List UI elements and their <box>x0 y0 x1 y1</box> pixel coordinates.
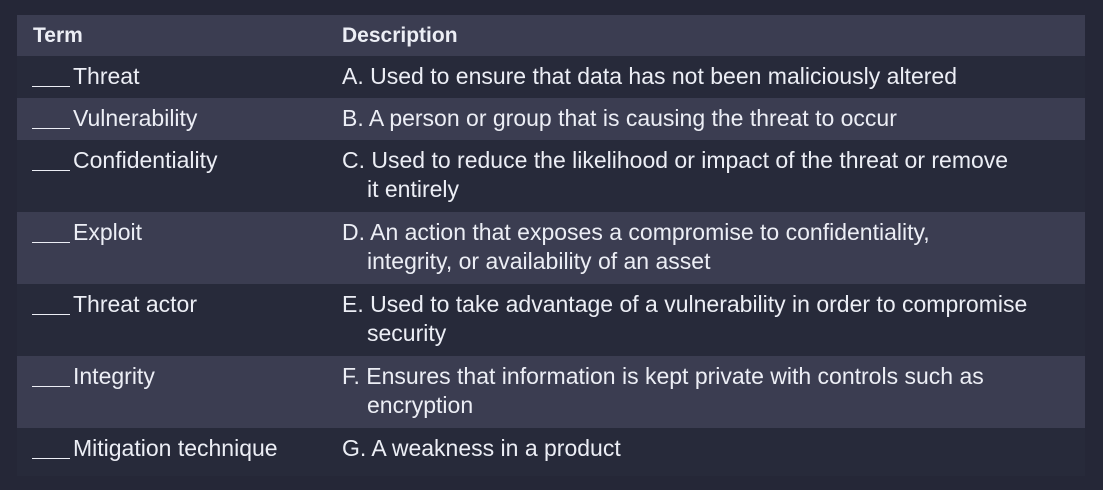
term-label: Mitigation technique <box>73 435 278 461</box>
answer-blank[interactable] <box>32 438 70 459</box>
term-column-header: Term <box>33 23 83 47</box>
description-text: F. Ensures that information is kept priv… <box>342 363 984 389</box>
description-cell: G. A weakness in a product <box>326 434 1085 476</box>
term-cell: Mitigation technique <box>17 434 326 476</box>
description-text-continued: it entirely <box>367 176 460 202</box>
term-cell: Threat <box>17 62 326 98</box>
term-cell: Integrity <box>17 362 326 428</box>
description-cell: A. Used to ensure that data has not been… <box>326 62 1085 98</box>
table-row: Confidentiality C. Used to reduce the li… <box>17 140 1085 212</box>
description-text: C. Used to reduce the likelihood or impa… <box>342 147 1009 173</box>
description-cell: E. Used to take advantage of a vulnerabi… <box>326 290 1085 356</box>
description-text: A. Used to ensure that data has not been… <box>342 63 957 89</box>
table-row: Exploit D. An action that exposes a comp… <box>17 212 1085 284</box>
description-cell: C. Used to reduce the likelihood or impa… <box>326 146 1085 212</box>
table-row: Threat A. Used to ensure that data has n… <box>17 56 1085 98</box>
answer-blank[interactable] <box>32 66 70 87</box>
description-text-continued: integrity, or availability of an asset <box>367 248 711 274</box>
description-column-header: Description <box>342 23 458 47</box>
table-row: Vulnerability B. A person or group that … <box>17 98 1085 140</box>
description-text-continued: security <box>367 320 447 346</box>
term-cell: Threat actor <box>17 290 326 356</box>
answer-blank[interactable] <box>32 150 70 171</box>
answer-blank[interactable] <box>32 294 70 315</box>
term-label: Exploit <box>73 219 143 245</box>
term-cell: Vulnerability <box>17 104 326 140</box>
answer-blank[interactable] <box>32 222 70 243</box>
description-cell: F. Ensures that information is kept priv… <box>326 362 1085 428</box>
table-row: Threat actor E. Used to take advantage o… <box>17 284 1085 356</box>
term-label: Threat <box>73 63 140 89</box>
description-cell: B. A person or group that is causing the… <box>326 104 1085 140</box>
term-label: Confidentiality <box>73 147 218 173</box>
term-cell: Exploit <box>17 218 326 284</box>
description-text: B. A person or group that is causing the… <box>342 105 897 131</box>
term-label: Threat actor <box>73 291 197 317</box>
term-label: Integrity <box>73 363 155 389</box>
description-text: D. An action that exposes a compromise t… <box>342 219 930 245</box>
description-text: E. Used to take advantage of a vulnerabi… <box>342 291 1028 317</box>
matching-table: Term Description Threat A. Used to ensur… <box>17 15 1085 476</box>
description-cell: D. An action that exposes a compromise t… <box>326 218 1085 284</box>
description-text: G. A weakness in a product <box>342 435 621 461</box>
term-cell: Confidentiality <box>17 146 326 212</box>
answer-blank[interactable] <box>32 366 70 387</box>
table-row: Mitigation technique G. A weakness in a … <box>17 428 1085 476</box>
answer-blank[interactable] <box>32 108 70 129</box>
table-row: Integrity F. Ensures that information is… <box>17 356 1085 428</box>
term-label: Vulnerability <box>73 105 198 131</box>
description-text-continued: encryption <box>367 392 474 418</box>
table-header-row: Term Description <box>17 15 1085 56</box>
